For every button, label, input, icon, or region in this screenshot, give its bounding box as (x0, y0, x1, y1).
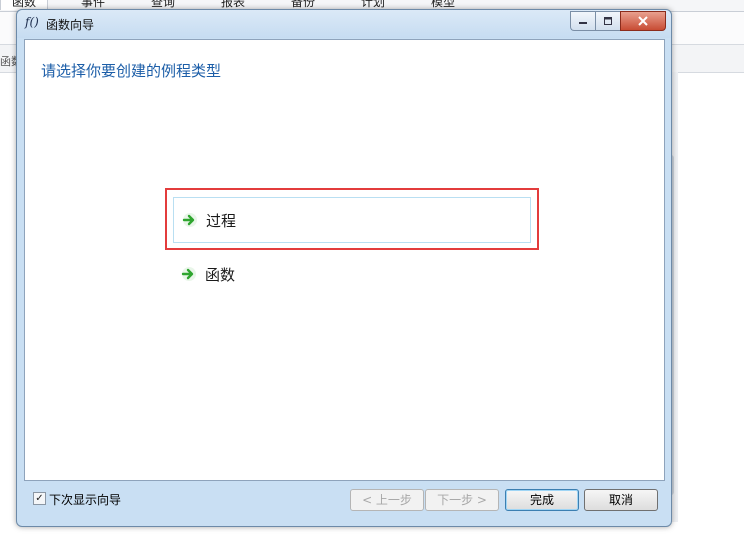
back-button[interactable]: < 上一步 (350, 489, 424, 511)
option-function[interactable]: 函数 (173, 252, 529, 296)
dialog-title: 函数向导 (46, 18, 95, 32)
function-wizard-dialog: f() 函数向导 请选择你要创建的例程类型 过程 函数 ✓ 下次显示向导 < 上… (16, 9, 672, 527)
dialog-footer: ✓ 下次显示向导 < 上一步 下一步 > 完成 取消 (24, 480, 663, 518)
finish-button[interactable]: 完成 (505, 489, 579, 511)
maximize-button[interactable] (595, 11, 620, 31)
dialog-titlebar[interactable]: f() 函数向导 (17, 10, 671, 38)
wizard-heading: 请选择你要创建的例程类型 (41, 62, 222, 80)
green-arrow-icon (181, 267, 196, 281)
option-function-label: 函数 (205, 265, 236, 284)
show-wizard-checkbox[interactable]: ✓ (33, 492, 46, 505)
show-wizard-label[interactable]: 下次显示向导 (49, 491, 121, 508)
maximize-icon (604, 17, 612, 25)
next-button[interactable]: 下一步 > (425, 489, 499, 511)
close-button[interactable] (620, 11, 666, 31)
window-controls (570, 11, 666, 31)
minimize-icon (579, 22, 587, 24)
selection-highlight-box (165, 188, 539, 250)
cancel-button[interactable]: 取消 (584, 489, 658, 511)
dialog-content: 请选择你要创建的例程类型 过程 函数 (24, 39, 665, 481)
close-icon (638, 16, 648, 26)
function-icon: f() (25, 15, 39, 29)
minimize-button[interactable] (570, 11, 595, 31)
